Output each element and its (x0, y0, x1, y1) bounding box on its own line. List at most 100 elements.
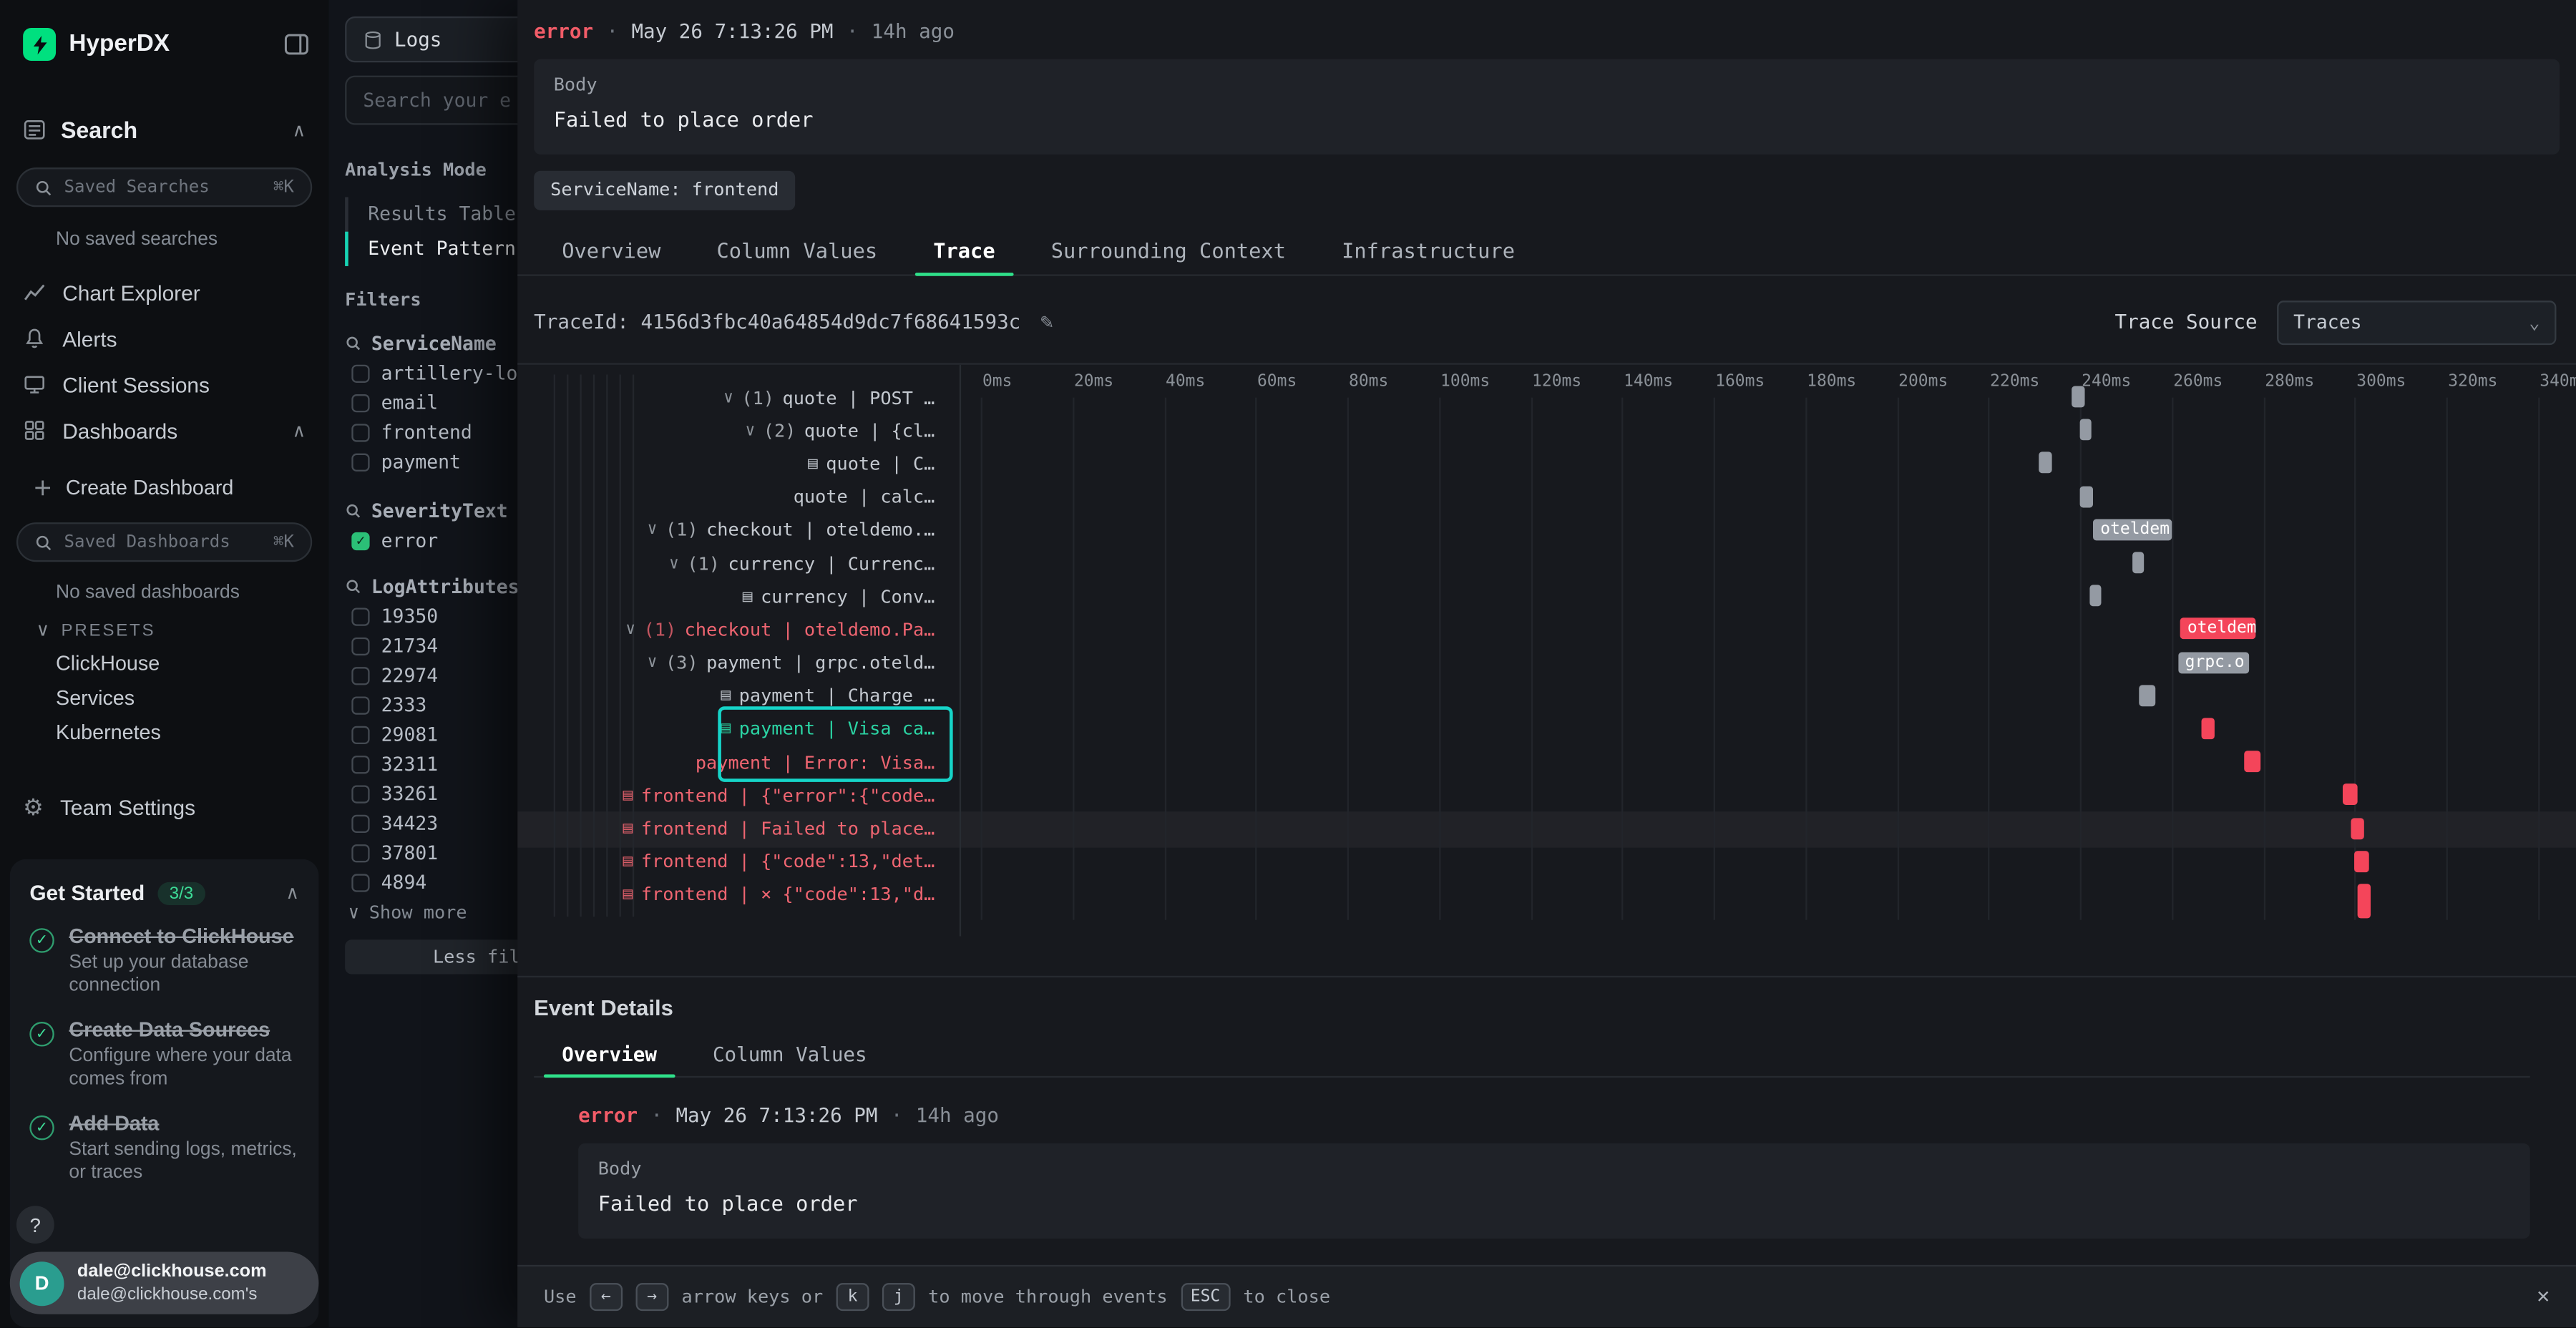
trace-span-bar[interactable]: oteldem (2181, 618, 2257, 640)
trace-span-bar[interactable] (2080, 419, 2092, 441)
span-tree-row[interactable]: ∨ (1) ▤ checkout | oteldemo.Pa… (517, 613, 960, 646)
filter-option-label: payment (381, 450, 461, 473)
timeline-gridline (1531, 398, 1532, 920)
get-started-item-desc: Start sending logs, metrics, or traces (69, 1138, 298, 1185)
close-icon[interactable]: ✕ (2537, 1284, 2550, 1309)
checkbox[interactable] (351, 423, 369, 441)
search-icon (34, 533, 52, 551)
detail-tab[interactable]: Trace (905, 227, 1023, 275)
checkbox[interactable] (351, 695, 369, 713)
checkbox[interactable] (351, 726, 369, 743)
span-tree-row[interactable]: ∨ ▤ frontend | Failed to place… (517, 812, 960, 845)
checkbox[interactable] (351, 666, 369, 684)
saved-searches-input[interactable]: Saved Searches ⌘K (16, 167, 312, 207)
event-details-tab[interactable]: Column Values (685, 1035, 895, 1075)
service-name-chip[interactable]: ServiceName: frontend (534, 171, 795, 210)
get-started-item[interactable]: ✓ Add Data Start sending logs, metrics, … (29, 1111, 299, 1185)
sidebar-item-services[interactable]: Services (56, 687, 135, 710)
search-section-header[interactable]: Search ∧ (23, 112, 306, 148)
database-icon (363, 29, 383, 50)
search-section-icon (23, 118, 46, 141)
checkbox[interactable] (351, 532, 369, 550)
checkbox[interactable] (351, 844, 369, 861)
trace-span-bar[interactable]: oteldem (2094, 519, 2172, 540)
arrow-right-key: → (635, 1283, 668, 1311)
span-tree-row[interactable]: ∨ ▤ quote | C… (517, 447, 960, 480)
gear-icon: ⚙ (23, 793, 44, 821)
trace-span-bar[interactable] (2245, 751, 2260, 773)
checkbox[interactable] (351, 784, 369, 802)
span-tree-row[interactable]: ∨ (3) ▤ payment | grpc.oteld… (517, 646, 960, 679)
sidebar-item-alerts[interactable]: Alerts (16, 317, 312, 360)
span-tree-row[interactable]: ∨ (1) ▤ checkout | oteldemo.… (517, 514, 960, 547)
span-tree-row[interactable]: ∨ ▤ frontend | {"code":13,"det… (517, 846, 960, 879)
chevron-down-icon[interactable]: ∨ (625, 621, 635, 639)
collapse-sidebar-icon[interactable] (284, 33, 308, 56)
chevron-down-icon[interactable]: ∨ (723, 389, 733, 406)
trace-span-bar[interactable] (2351, 817, 2364, 839)
checkbox[interactable] (351, 364, 369, 382)
get-started-item[interactable]: ✓ Connect to ClickHouse Set up your data… (29, 925, 299, 999)
chevron-down-icon[interactable]: ∨ (648, 654, 658, 672)
trace-span-bar[interactable] (2071, 386, 2084, 408)
span-label: quote | calc… (794, 487, 935, 508)
trace-span-bar[interactable] (2140, 685, 2155, 706)
sidebar-item-kubernetes[interactable]: Kubernetes (56, 721, 161, 744)
create-dashboard-button[interactable]: Create Dashboard (33, 472, 233, 504)
trace-span-bar[interactable] (2039, 452, 2052, 474)
detail-tab[interactable]: Surrounding Context (1023, 227, 1314, 275)
detail-tab[interactable]: Infrastructure (1314, 227, 1543, 275)
checkbox[interactable] (351, 873, 369, 891)
chevron-down-icon[interactable]: ∨ (648, 522, 658, 540)
saved-dashboards-input[interactable]: Saved Dashboards ⌘K (16, 522, 312, 562)
get-started-item[interactable]: ✓ Create Data Sources Configure where yo… (29, 1018, 299, 1092)
filter-group-name: SeverityText (371, 499, 508, 522)
trace-source-select[interactable]: Traces ⌄ (2277, 300, 2556, 344)
severity-badge: error (534, 20, 593, 43)
user-menu[interactable]: D dale@clickhouse.com dale@clickhouse.co… (10, 1251, 319, 1314)
trace-span-bar[interactable] (2132, 552, 2144, 573)
trace-span-bar[interactable] (2080, 486, 2094, 507)
checkbox[interactable] (351, 755, 369, 773)
sidebar-item-team-settings[interactable]: ⚙ Team Settings (16, 785, 312, 828)
span-tree-row[interactable]: ∨ ▤ frontend | {"error":{"code… (517, 779, 960, 812)
edit-icon[interactable]: ✎ (1040, 310, 1053, 334)
sidebar-item-dashboards[interactable]: Dashboards ∧ (16, 409, 312, 452)
detail-tab[interactable]: Column Values (688, 227, 905, 275)
checkbox[interactable] (351, 814, 369, 832)
search-icon (345, 578, 361, 595)
chevron-down-icon[interactable]: ∨ (745, 422, 755, 440)
event-details-tab[interactable]: Overview (534, 1035, 685, 1075)
get-started-header[interactable]: Get Started 3/3 ∧ (29, 881, 299, 905)
separator: · (847, 20, 859, 43)
trace-span-bar[interactable] (2089, 585, 2101, 607)
checkbox[interactable] (351, 394, 369, 411)
timeline-gridline (1256, 398, 1257, 920)
checkbox[interactable] (351, 637, 369, 655)
chevron-down-icon[interactable]: ∨ (669, 555, 679, 572)
span-tree-row[interactable]: ∨ (1) ▤ currency | Currenc… (517, 547, 960, 580)
sidebar-item-client-sessions[interactable]: Client Sessions (16, 363, 312, 406)
detail-tab[interactable]: Overview (534, 227, 688, 275)
trace-span-bar[interactable] (2343, 784, 2357, 806)
span-tree-row[interactable]: ∨ (2) ▤ quote | {cl… (517, 414, 960, 447)
footer-text: Use (544, 1286, 577, 1308)
sidebar-item-chart-explorer[interactable]: Chart Explorer (16, 271, 312, 314)
sidebar-item-clickhouse[interactable]: ClickHouse (56, 652, 160, 675)
help-button[interactable]: ? (16, 1206, 54, 1244)
timeline-gridline (1714, 398, 1715, 920)
span-tree-row[interactable]: ∨ ▤ quote | calc… (517, 481, 960, 514)
nav-label: Client Sessions (62, 372, 306, 396)
checkbox[interactable] (351, 607, 369, 625)
trace-span-bar[interactable]: grpc.o (2178, 652, 2249, 673)
trace-span-bar[interactable] (2202, 718, 2215, 739)
trace-span-bar[interactable] (2357, 884, 2371, 918)
span-tree-row[interactable]: ∨ ▤ frontend | × {"code":13,"d… (517, 879, 960, 912)
span-tree-row[interactable]: ∨ (1) ▤ quote | POST … (517, 381, 960, 414)
presets-toggle[interactable]: ∨ PRESETS (36, 620, 156, 641)
checkbox[interactable] (351, 453, 369, 471)
span-tree-row[interactable]: ∨ ▤ currency | Conv… (517, 580, 960, 613)
trace-span-bar[interactable] (2355, 851, 2368, 872)
user-name: dale@clickhouse.com (77, 1261, 267, 1284)
source-select-button[interactable]: Logs (345, 16, 545, 62)
